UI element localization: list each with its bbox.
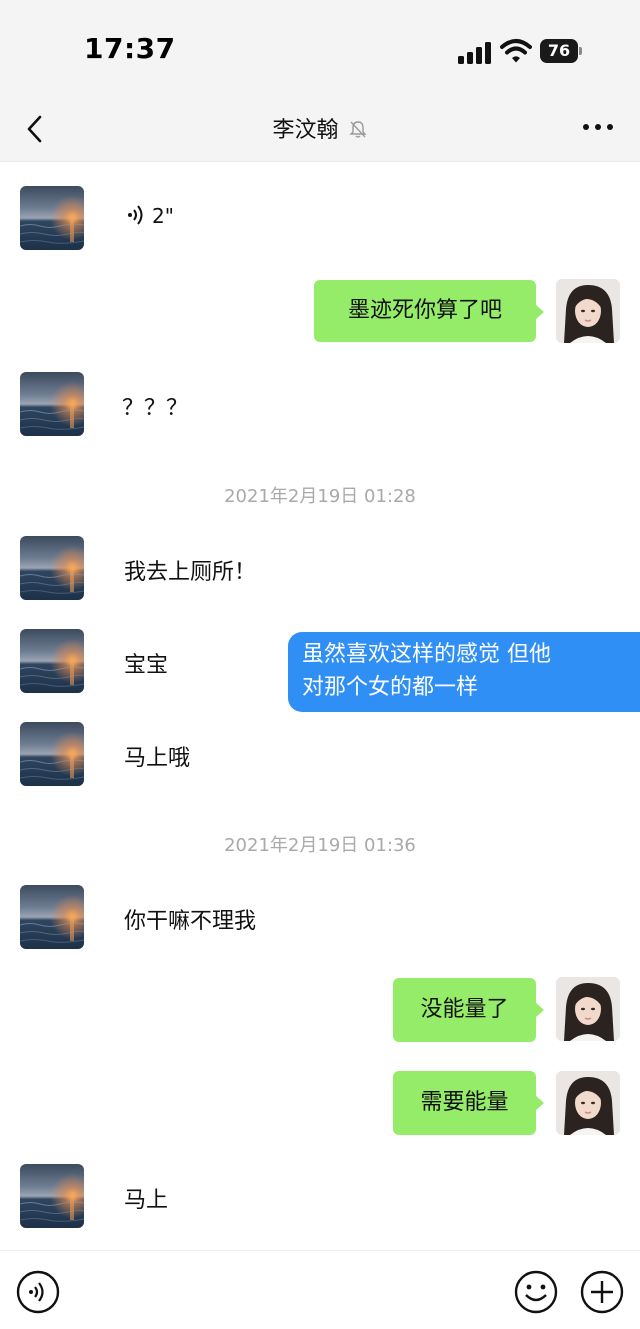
received-message[interactable]: 我去上厕所！ xyxy=(124,554,256,586)
voice-icon[interactable] xyxy=(16,1270,60,1314)
sent-message-bubble[interactable]: 墨迹死你算了吧 xyxy=(314,280,544,342)
wifi-icon xyxy=(500,39,532,63)
received-message[interactable]: 宝宝 xyxy=(124,647,168,679)
overlay-comment-bubble: 虽然喜欢这样的感觉 但他 对那个女的都一样 xyxy=(288,632,640,712)
voice-message[interactable]: 2" xyxy=(126,204,174,228)
timestamp: 2021年2月19日 01:28 xyxy=(224,486,416,507)
battery-level: 76 xyxy=(540,39,578,63)
sent-message-bubble[interactable]: 没能量了 xyxy=(393,978,544,1042)
my-avatar[interactable] xyxy=(556,1071,620,1135)
received-message[interactable]: 马上哦 xyxy=(124,740,190,772)
voice-icon xyxy=(128,205,143,225)
nav-bar: 李汶翰 xyxy=(0,100,640,162)
plus-icon[interactable] xyxy=(580,1270,624,1314)
ellipsis-icon[interactable] xyxy=(578,112,618,142)
contact-avatar[interactable] xyxy=(20,1164,84,1228)
timestamp: 2021年2月19日 01:36 xyxy=(224,835,416,856)
status-bar: 17:37 76 xyxy=(0,0,640,100)
voice-duration: 2" xyxy=(152,204,174,228)
message-text: 需要能量 xyxy=(420,1090,509,1115)
battery-icon: 76 xyxy=(540,39,582,63)
contact-avatar[interactable] xyxy=(20,186,84,250)
emoji-icon[interactable] xyxy=(514,1270,558,1314)
received-message[interactable]: 你干嘛不理我 xyxy=(124,903,256,935)
received-message[interactable]: 马上 xyxy=(124,1182,168,1214)
my-avatar[interactable] xyxy=(556,977,620,1041)
contact-avatar[interactable] xyxy=(20,885,84,949)
contact-avatar[interactable] xyxy=(20,629,84,693)
overlay-line-1: 虽然喜欢这样的感觉 但他 xyxy=(302,642,551,667)
overlay-line-2: 对那个女的都一样 xyxy=(302,675,479,700)
my-avatar[interactable] xyxy=(556,279,620,343)
sent-message-bubble[interactable]: 需要能量 xyxy=(393,1071,544,1135)
contact-avatar[interactable] xyxy=(20,372,84,436)
message-text: 没能量了 xyxy=(420,997,509,1022)
input-bar xyxy=(0,1250,640,1329)
chat-title[interactable]: 李汶翰 xyxy=(272,118,338,143)
status-time: 17:37 xyxy=(84,32,176,65)
received-message[interactable]: ？？？ xyxy=(122,390,188,422)
cellular-signal-icon xyxy=(458,42,491,64)
contact-avatar[interactable] xyxy=(20,536,84,600)
contact-avatar[interactable] xyxy=(20,722,84,786)
chat-screen: 17:37 76 李汶翰 2" 墨迹死你算了吧 ？？？ 2021年2月19日 0… xyxy=(0,0,640,1329)
message-text: 墨迹死你算了吧 xyxy=(347,298,502,323)
bell-mute-icon xyxy=(348,121,367,138)
